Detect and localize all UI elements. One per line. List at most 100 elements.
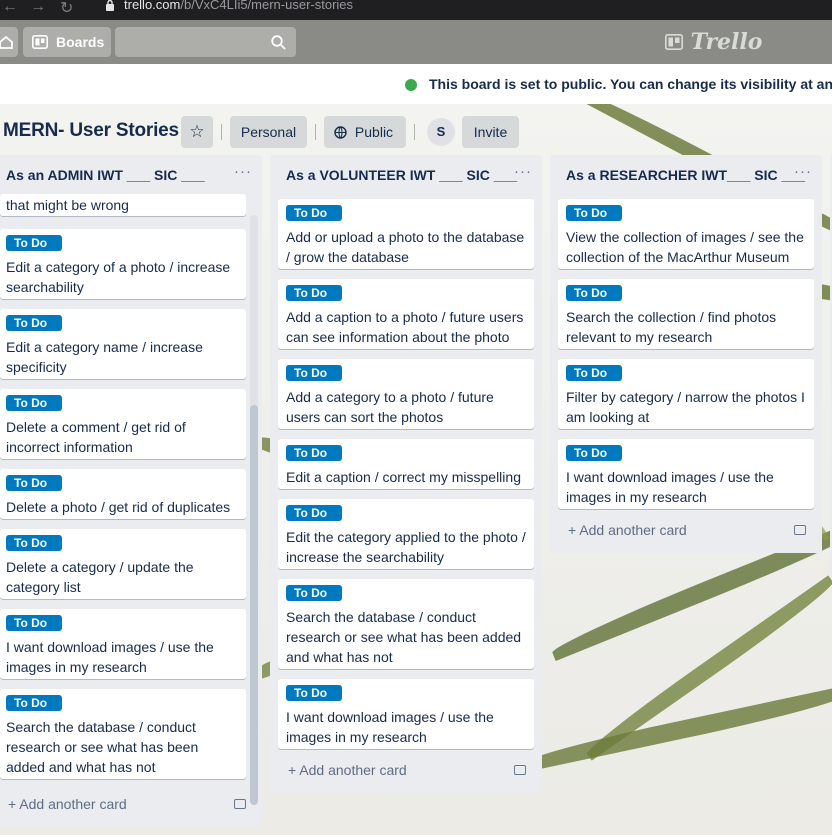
- list-card[interactable]: To Do Edit a category of a photo / incre…: [0, 229, 246, 299]
- list-card[interactable]: To Do Edit a category name / increase sp…: [0, 309, 246, 379]
- divider: [414, 124, 415, 140]
- card-label: To Do: [6, 695, 62, 711]
- card-label: To Do: [6, 615, 62, 631]
- search-icon: [271, 35, 286, 50]
- list-card[interactable]: To Do Search the database / conduct rese…: [0, 689, 246, 779]
- trello-logo-text: Trello: [690, 29, 763, 55]
- visibility-label: Public: [354, 124, 394, 140]
- list-card[interactable]: To Do I want download images / use the i…: [558, 439, 814, 509]
- forward-icon[interactable]: →: [30, 0, 46, 16]
- card-label: To Do: [566, 205, 622, 221]
- list-title[interactable]: As a RESEARCHER IWT___ SIC ___: [566, 167, 805, 183]
- home-button[interactable]: [0, 27, 18, 57]
- card-label: To Do: [286, 685, 342, 701]
- reload-icon[interactable]: ↻: [60, 0, 73, 18]
- divider: [221, 124, 222, 140]
- card-text: View the collection of images / see the …: [566, 229, 804, 265]
- globe-icon: [405, 79, 417, 91]
- list-card[interactable]: To Do Delete a photo / get rid of duplic…: [0, 469, 246, 519]
- card-label: To Do: [6, 315, 62, 331]
- card-label: To Do: [286, 585, 342, 601]
- divider: [315, 124, 316, 140]
- list-volunteer: As a VOLUNTEER IWT ___ SIC ___ ··· To Do…: [270, 155, 542, 793]
- board-title[interactable]: MERN- User Stories: [3, 120, 179, 142]
- card-label: To Do: [6, 475, 62, 491]
- list-card[interactable]: To Do I want download images / use the i…: [278, 679, 534, 749]
- list-card[interactable]: To Do Edit a caption / correct my misspe…: [278, 439, 534, 489]
- list-card[interactable]: To Do Search the collection / find photo…: [558, 279, 814, 349]
- list-researcher: As a RESEARCHER IWT___ SIC ___ ··· To Do…: [550, 155, 822, 553]
- list-card[interactable]: To Do I want download images / use the i…: [0, 609, 246, 679]
- list-title[interactable]: As a VOLUNTEER IWT ___ SIC ___: [286, 167, 517, 183]
- boards-button[interactable]: Boards: [23, 27, 111, 57]
- card-text: Add a category to a photo / future users…: [286, 389, 494, 425]
- list-scrollbar[interactable]: [250, 405, 258, 805]
- visibility-button[interactable]: Public: [324, 116, 406, 148]
- card-text: Edit a category name / increase specific…: [6, 339, 203, 375]
- card-text: I want download images / use the images …: [286, 709, 494, 745]
- card-text: I want download images / use the images …: [6, 639, 214, 675]
- add-card-button[interactable]: + Add another card: [288, 762, 407, 778]
- lock-icon: [106, 0, 114, 11]
- list-card[interactable]: To Do Search the database / conduct rese…: [278, 579, 534, 669]
- add-card-button[interactable]: + Add another card: [8, 796, 127, 812]
- board-canvas: Boards Trello This board is set to publi…: [0, 20, 832, 835]
- card-text: Delete a category / update the category …: [6, 559, 194, 595]
- card-text: Search the database / conduct research o…: [6, 719, 199, 775]
- card-label: To Do: [6, 235, 62, 251]
- list-card[interactable]: that might be wrong: [0, 194, 246, 216]
- address-bar[interactable]: trello.com/b/VxC4LIi5/mern-user-stories: [124, 0, 353, 12]
- url-host: trello.com: [124, 0, 181, 12]
- card-template-icon[interactable]: [234, 799, 246, 809]
- card-text: Filter by category / narrow the photos I…: [566, 389, 805, 425]
- card-text: Search the collection / find photos rele…: [566, 309, 777, 345]
- card-text: Search the database / conduct research o…: [286, 609, 522, 665]
- card-text: I want download images / use the images …: [566, 469, 774, 505]
- card-label: To Do: [566, 365, 622, 381]
- browser-toolbar: ← → ↻ trello.com/b/VxC4LIi5/mern-user-st…: [0, 0, 832, 20]
- list-card[interactable]: To Do Edit the category applied to the p…: [278, 499, 534, 569]
- star-icon: ☆: [189, 122, 205, 141]
- list-title[interactable]: As an ADMIN IWT ___ SIC ___: [6, 167, 205, 183]
- list-card[interactable]: To Do Delete a category / update the cat…: [0, 529, 246, 599]
- list-card[interactable]: To Do Filter by category / narrow the ph…: [558, 359, 814, 429]
- globe-icon: [334, 126, 347, 139]
- boards-icon: [32, 35, 48, 49]
- card-label: To Do: [286, 365, 342, 381]
- list-menu-button[interactable]: ···: [514, 163, 532, 180]
- card-template-icon[interactable]: [514, 765, 526, 775]
- star-button[interactable]: ☆: [181, 116, 213, 148]
- list-admin: As an ADMIN IWT ___ SIC ___ ··· that mig…: [0, 155, 262, 827]
- card-text: that might be wrong: [6, 197, 129, 213]
- list-menu-button[interactable]: ···: [794, 163, 812, 180]
- trello-logo[interactable]: Trello: [665, 29, 762, 55]
- list-card[interactable]: To Do Add or upload a photo to the datab…: [278, 199, 534, 269]
- team-button[interactable]: Personal: [230, 116, 307, 148]
- card-text: Add a caption to a photo / future users …: [286, 309, 524, 345]
- invite-button[interactable]: Invite: [462, 116, 519, 148]
- list-card[interactable]: To Do Add a caption to a photo / future …: [278, 279, 534, 349]
- back-icon[interactable]: ←: [2, 0, 18, 16]
- card-text: Edit a category of a photo / increase se…: [6, 259, 231, 295]
- list-card[interactable]: To Do Delete a comment / get rid of inco…: [0, 389, 246, 459]
- visibility-notice-banner: This board is set to public. You can cha…: [0, 64, 832, 104]
- card-label: To Do: [286, 445, 342, 461]
- add-card-button[interactable]: + Add another card: [568, 522, 687, 538]
- card-label: To Do: [566, 285, 622, 301]
- card-text: Delete a comment / get rid of incorrect …: [6, 419, 186, 455]
- boards-label: Boards: [56, 34, 105, 50]
- url-path: /b/VxC4LIi5/mern-user-stories: [180, 0, 354, 12]
- card-template-icon[interactable]: [794, 525, 806, 535]
- card-label: To Do: [566, 445, 622, 461]
- member-initial: S: [436, 124, 446, 139]
- list-menu-button[interactable]: ···: [234, 163, 252, 180]
- card-label: To Do: [286, 205, 342, 221]
- avatar[interactable]: S: [427, 118, 455, 146]
- card-label: To Do: [286, 505, 342, 521]
- list-card[interactable]: To Do View the collection of images / se…: [558, 199, 814, 269]
- list-card[interactable]: To Do Add a category to a photo / future…: [278, 359, 534, 429]
- card-label: To Do: [286, 285, 342, 301]
- card-text: Edit the category applied to the photo /…: [286, 529, 526, 565]
- card-label: To Do: [6, 535, 62, 551]
- search-input[interactable]: [115, 27, 296, 57]
